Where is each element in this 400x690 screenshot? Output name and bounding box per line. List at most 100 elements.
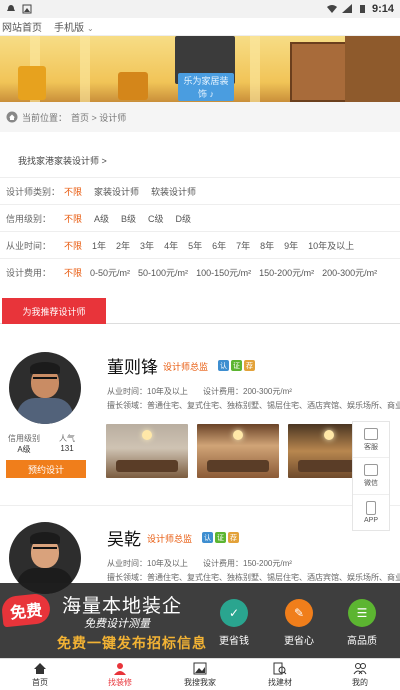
filter-label: 信用级别：: [6, 213, 52, 224]
users-icon: [353, 662, 367, 674]
recommend-button[interactable]: 为我推荐设计师: [2, 298, 106, 324]
promo-cta[interactable]: 免费一键发布招标信息: [57, 633, 207, 653]
phone-icon: [366, 500, 376, 515]
free-badge: 免费: [0, 592, 52, 628]
designer-crumb[interactable]: 我找家港家装设计师 >: [18, 154, 107, 167]
promo-feature-label: 更省心: [284, 636, 314, 647]
filter-panel: 我找家港家装设计师 > 设计师类别： 不限 家装设计师 软装设计师 信用级别： 不限 A级…: [0, 132, 400, 287]
avatar-glasses: [33, 377, 57, 381]
filter-option[interactable]: 4年: [164, 239, 178, 252]
side-label: 微信: [364, 479, 378, 487]
tab-find-materials[interactable]: 找建材: [240, 659, 320, 690]
tab-home[interactable]: 首页: [0, 659, 80, 690]
site-home-link[interactable]: 网站首页: [2, 19, 42, 34]
recommended-badge-icon: 荐: [228, 532, 239, 543]
signal-icon: [341, 4, 352, 13]
tab-label: 首页: [32, 677, 48, 687]
person-icon: [114, 662, 126, 675]
banner-chair: [118, 72, 148, 100]
side-label: APP: [363, 516, 378, 524]
home-icon: [6, 111, 18, 123]
breadcrumb-path[interactable]: 首页 > 设计师: [71, 111, 126, 124]
version-label: 手机版: [54, 23, 84, 34]
designer-card[interactable]: 吴乾 设计师总监 认 证 荐 从业时间：10年及以上 设计费用：150-200元…: [0, 505, 400, 594]
filter-option[interactable]: 1年: [92, 239, 106, 252]
designer-experience: 从业时间：10年及以上: [107, 387, 188, 396]
filter-option[interactable]: B级: [121, 212, 136, 225]
filter-option[interactable]: A级: [94, 212, 109, 225]
app-button[interactable]: APP: [353, 495, 389, 530]
banner[interactable]: 乐为家居装饰 ♪: [0, 36, 400, 102]
designer-experience: 从业时间：10年及以上: [107, 559, 188, 568]
photo-sofa: [298, 460, 360, 472]
bottom-tab-bar: 首页 找装修 我搜我家 找建材 我的: [0, 658, 400, 690]
recommend-band: 为我推荐设计师: [0, 298, 400, 324]
filter-option[interactable]: 软装设计师: [151, 185, 196, 198]
popularity-stat: 人气 131: [50, 433, 84, 453]
designer-specialty: 擅长领域：普通住宅、复式住宅、独栋别墅、锡层住宅、酒店宾馆、娱乐场所、商业: [107, 573, 400, 582]
designer-name[interactable]: 董则锋: [107, 353, 158, 378]
filter-option[interactable]: 9年: [284, 239, 298, 252]
banner-stripe: [80, 36, 90, 102]
filter-option[interactable]: 50-100元/m²: [138, 266, 188, 279]
promo-feature-save-money[interactable]: ✓ 更省钱: [211, 599, 257, 647]
battery-icon: [359, 5, 365, 13]
filter-option[interactable]: 2年: [116, 239, 130, 252]
filter-option[interactable]: 7年: [236, 239, 250, 252]
breadcrumb-prefix: 当前位置：: [22, 112, 68, 123]
popularity-value: 131: [60, 444, 74, 453]
filter-option[interactable]: 6年: [212, 239, 226, 252]
side-label: 客服: [364, 443, 378, 451]
promo-overlay[interactable]: 免费 海量本地装企 免费设计测量 免费一键发布招标信息 ✓ 更省钱 ✎ 更省心 …: [0, 583, 400, 658]
filter-option[interactable]: 0-50元/m²: [90, 266, 130, 279]
tab-label: 我搜我家: [184, 677, 216, 687]
filter-option[interactable]: 5年: [188, 239, 202, 252]
filter-row-fee: 设计费用： 不限 0-50元/m² 50-100元/m² 100-150元/m² 150-…: [0, 258, 400, 285]
filter-option[interactable]: 150-200元/m²: [259, 266, 314, 279]
chevron-down-icon: ⌄: [87, 24, 94, 33]
tab-label: 我的: [352, 677, 368, 687]
designer-fee: 设计费用：200-300元/m²: [203, 387, 292, 396]
filter-option[interactable]: 不限: [64, 212, 82, 225]
filter-label: 从业时间：: [6, 240, 52, 251]
filter-option[interactable]: D级: [176, 212, 192, 225]
shield-icon: ✓: [220, 599, 248, 627]
book-design-button[interactable]: 预约设计: [6, 460, 86, 478]
designer-title: 设计师总监: [163, 362, 209, 372]
filter-option[interactable]: 不限: [64, 266, 82, 279]
filter-option[interactable]: C级: [148, 212, 164, 225]
filter-option[interactable]: 100-150元/m²: [196, 266, 251, 279]
avatar[interactable]: [9, 352, 81, 424]
portfolio-photo[interactable]: [106, 424, 188, 478]
filter-row-category: 设计师类别： 不限 家装设计师 软装设计师: [0, 177, 400, 204]
filter-option[interactable]: 3年: [140, 239, 154, 252]
filter-option[interactable]: 家装设计师: [94, 185, 139, 198]
home-icon: [34, 662, 46, 674]
filter-option[interactable]: 8年: [260, 239, 274, 252]
tab-my-home[interactable]: 我搜我家: [160, 659, 240, 690]
promo-feature-save-worry[interactable]: ✎ 更省心: [276, 599, 322, 647]
verified-badge-icon: 认: [218, 360, 229, 371]
filter-option[interactable]: 不限: [64, 239, 82, 252]
qrcode-icon: [364, 463, 378, 476]
designer-specialty: 擅长领域：普通住宅、复式住宅、独栋别墅、锡层住宅、酒店宾馆、娱乐场所、商业: [107, 401, 400, 410]
filter-option[interactable]: 不限: [64, 185, 82, 198]
version-switch[interactable]: 手机版 ⌄: [54, 19, 94, 34]
banner-chair: [18, 66, 46, 100]
designer-card[interactable]: 信用级别 A级 人气 131 预约设计 董则锋 设计师总监 认 证 荐 从业时间…: [0, 340, 400, 495]
filter-option[interactable]: 200-300元/m²: [322, 266, 377, 279]
tab-label: 找装修: [108, 677, 132, 687]
notification-icon: [7, 5, 15, 11]
portfolio-photo[interactable]: [197, 424, 279, 478]
promo-feature-quality[interactable]: ☰ 高品质: [339, 599, 385, 647]
tab-find-decoration[interactable]: 找装修: [80, 659, 160, 690]
filter-option[interactable]: 10年及以上: [308, 239, 354, 252]
status-time: 9:14: [371, 3, 394, 15]
credit-value: A级: [17, 445, 31, 454]
designer-name[interactable]: 吴乾: [107, 525, 141, 550]
tab-mine[interactable]: 我的: [320, 659, 400, 690]
side-float-menu: 客服 微信 APP: [352, 421, 390, 531]
wechat-button[interactable]: 微信: [353, 458, 389, 495]
customer-service-button[interactable]: 客服: [353, 422, 389, 459]
avatar-body: [17, 398, 73, 424]
